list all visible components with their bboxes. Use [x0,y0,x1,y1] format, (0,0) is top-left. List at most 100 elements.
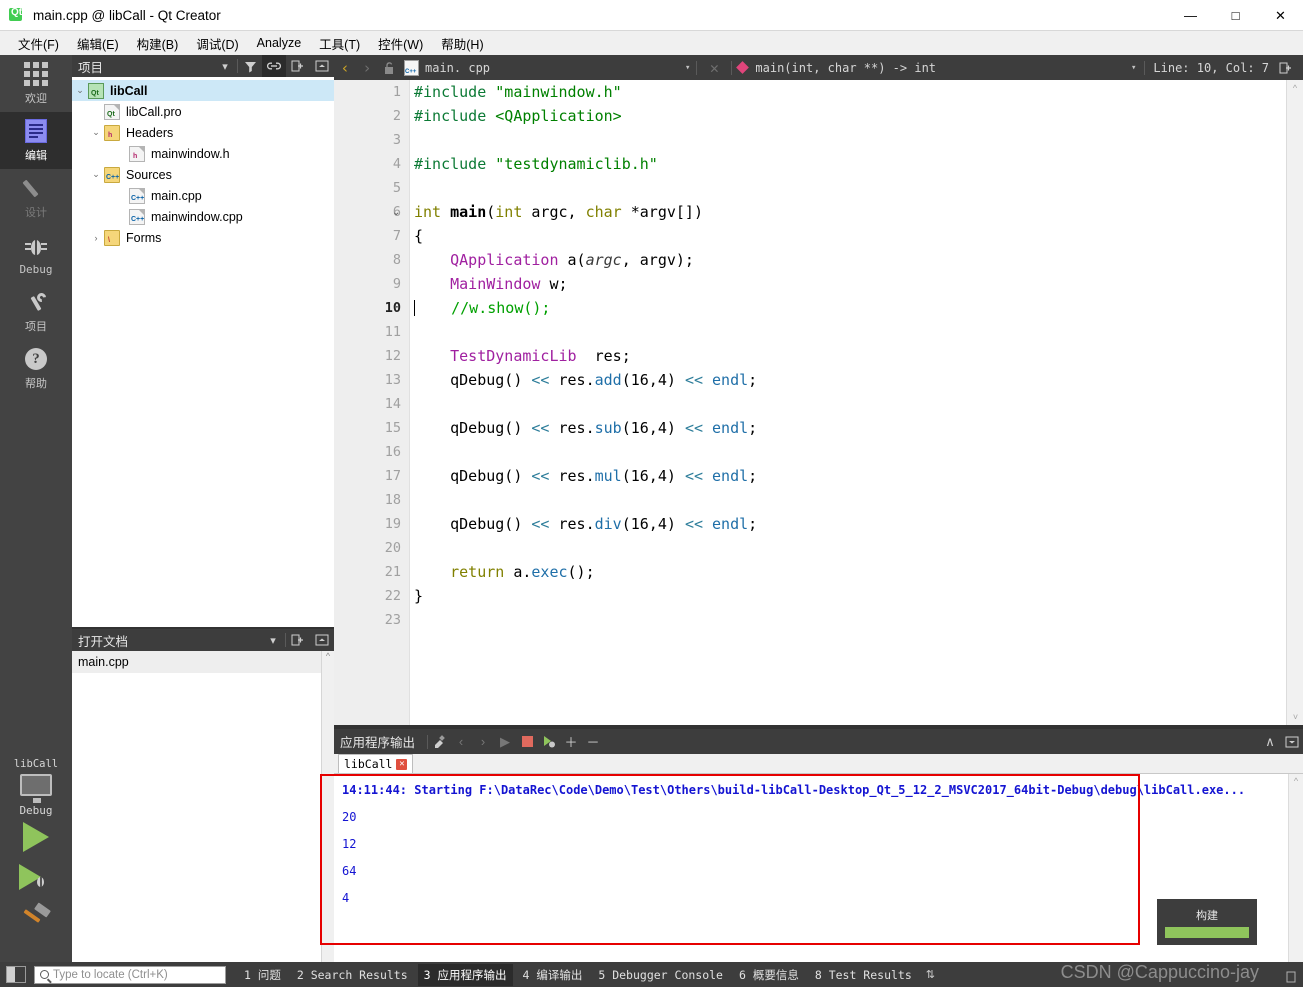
tree-item-sources[interactable]: ⌄ C++ Sources [72,164,334,185]
close-button[interactable]: ✕ [1258,0,1303,31]
code-line[interactable]: QApplication a(argc, argv); [414,248,1285,272]
code-line[interactable]: qDebug() << res.add(16,4) << endl; [414,368,1285,392]
output-tab-libcall[interactable]: libCall ✕ [338,754,414,773]
minimize-button[interactable]: — [1168,0,1213,31]
status-tab-6[interactable]: 6 概要信息 [733,964,805,986]
code-area[interactable]: 1 2 3 4 5 6 7 8 9 10 11 12 13 14 15 16 17 18 19 20 21 22 23 ⌄ … [334,80,1303,725]
code-line[interactable]: #include "mainwindow.h" [414,80,1285,104]
editor-symbol[interactable]: main(int, char **) -> int [755,61,936,75]
status-tab-4[interactable]: 4 编译输出 [517,964,589,986]
chevron-down-icon[interactable]: ⌄ [88,169,104,180]
open-document-item[interactable]: main.cpp [72,651,334,673]
menu-file[interactable]: 文件(F) [9,31,68,56]
status-tab-1[interactable]: 1 问题 [238,964,287,986]
collapse-icon[interactable] [310,629,334,651]
run-icon[interactable]: ▶ [494,729,516,754]
code-line[interactable] [414,608,1285,632]
filter-icon[interactable] [238,55,262,77]
code-line[interactable] [414,176,1285,200]
code-line[interactable]: #include <QApplication> [414,104,1285,128]
unlock-icon[interactable] [378,55,400,80]
code-line[interactable] [414,536,1285,560]
code-line[interactable] [414,320,1285,344]
mode-design[interactable]: 设计 [0,169,72,226]
scroll-up-icon[interactable]: ^ [322,651,334,661]
menu-analyze[interactable]: Analyze [248,33,310,53]
split-icon[interactable] [286,55,310,77]
chevron-right-icon[interactable]: › [88,233,104,243]
mode-projects[interactable]: 项目 [0,283,72,340]
menu-help[interactable]: 帮助(H) [432,31,492,56]
file-dropdown-icon[interactable]: ▾ [685,63,690,73]
code-line[interactable]: qDebug() << res.sub(16,4) << endl; [414,416,1285,440]
zoom-in-icon[interactable]: ＋ [560,729,582,754]
tree-item-mainwindow-h[interactable]: h mainwindow.h [72,143,334,164]
panel-dropdown[interactable]: ▾ [213,55,237,77]
maximize-pane-icon[interactable] [1281,729,1303,754]
code-line[interactable] [414,128,1285,152]
fold-toggle-icon[interactable]: ⌄ [392,207,400,218]
code-line[interactable]: MainWindow w; [414,272,1285,296]
clear-output-icon[interactable] [428,729,450,754]
mode-edit[interactable]: 编辑 [0,112,72,169]
resize-grip-icon[interactable] [1285,971,1299,985]
minimize-pane-icon[interactable]: ∧ [1259,729,1281,754]
collapse-icon[interactable] [310,55,334,77]
scroll-up-icon[interactable]: ^ [1287,83,1303,93]
mode-debug[interactable]: Debug [0,226,72,283]
maximize-button[interactable]: □ [1213,0,1258,31]
menu-build[interactable]: 构建(B) [128,31,188,56]
code-line[interactable] [414,488,1285,512]
status-tab-3[interactable]: 3 应用程序输出 [417,963,513,986]
mode-help[interactable]: ? 帮助 [0,340,72,397]
tree-item-headers[interactable]: ⌄ h Headers [72,122,334,143]
close-icon[interactable]: ✕ [396,758,408,770]
code-line[interactable]: { [414,224,1285,248]
status-tab-2[interactable]: 2 Search Results [291,965,414,985]
menu-edit[interactable]: 编辑(E) [68,31,128,56]
split-icon[interactable] [1275,55,1297,80]
debug-button[interactable] [0,857,72,897]
forward-arrow-icon[interactable]: › [356,55,378,80]
open-docs-scrollbar[interactable]: ^ [321,651,334,962]
editor-scrollbar[interactable]: ^ ˅ [1286,80,1303,725]
search-input[interactable]: Type to locate (Ctrl+K) [34,965,226,984]
status-tab-8[interactable]: 8 Test Results [809,965,918,985]
run-button[interactable] [0,817,72,857]
sidebar-toggle-icon[interactable] [6,966,26,983]
link-icon[interactable] [262,55,286,77]
code-line[interactable]: int main(int argc, char *argv[]) [414,200,1285,224]
output-scrollbar[interactable]: ^ [1288,774,1303,962]
tree-item-main-cpp[interactable]: C++ main.cpp [72,185,334,206]
status-tab-5[interactable]: 5 Debugger Console [592,965,729,985]
code-line[interactable]: qDebug() << res.div(16,4) << endl; [414,512,1285,536]
build-button[interactable] [0,897,72,937]
tree-item-mainwindow-cpp[interactable]: C++ mainwindow.cpp [72,206,334,227]
scroll-down-icon[interactable]: ˅ [1287,712,1303,722]
menu-window[interactable]: 控件(W) [369,31,432,56]
editor-file-chip[interactable]: main. cpp [404,59,490,76]
chevron-down-icon[interactable]: ⌄ [72,85,88,96]
zoom-out-icon[interactable]: － [582,729,604,754]
open-docs-dropdown[interactable]: ▾ [261,629,285,651]
mode-welcome[interactable]: 欢迎 [0,55,72,112]
code-line[interactable]: #include "testdynamiclib.h" [414,152,1285,176]
menu-debug[interactable]: 调试(D) [187,31,247,56]
stop-icon[interactable] [516,729,538,754]
symbol-dropdown-icon[interactable]: ▾ [1131,63,1136,73]
tree-item-libcall-pro[interactable]: Qt libCall.pro [72,101,334,122]
kit-selector[interactable]: libCall Debug [0,752,72,817]
code-line[interactable] [414,440,1285,464]
code-line[interactable]: //w.show(); [414,296,1285,320]
back-arrow-icon[interactable]: ‹ [334,55,356,80]
code-line[interactable]: return a.exec(); [414,560,1285,584]
close-editor-icon[interactable]: ✕ [703,55,725,80]
debug-run-icon[interactable] [538,729,560,754]
code-line[interactable]: qDebug() << res.mul(16,4) << endl; [414,464,1285,488]
split-icon[interactable] [286,629,310,651]
code-lines[interactable]: #include "mainwindow.h" #include <QApplic… [414,80,1285,632]
code-line[interactable] [414,392,1285,416]
scroll-up-icon[interactable]: ^ [1289,776,1303,786]
pane-updown-icon[interactable]: ⇅ [926,968,935,981]
code-line[interactable]: } [414,584,1285,608]
